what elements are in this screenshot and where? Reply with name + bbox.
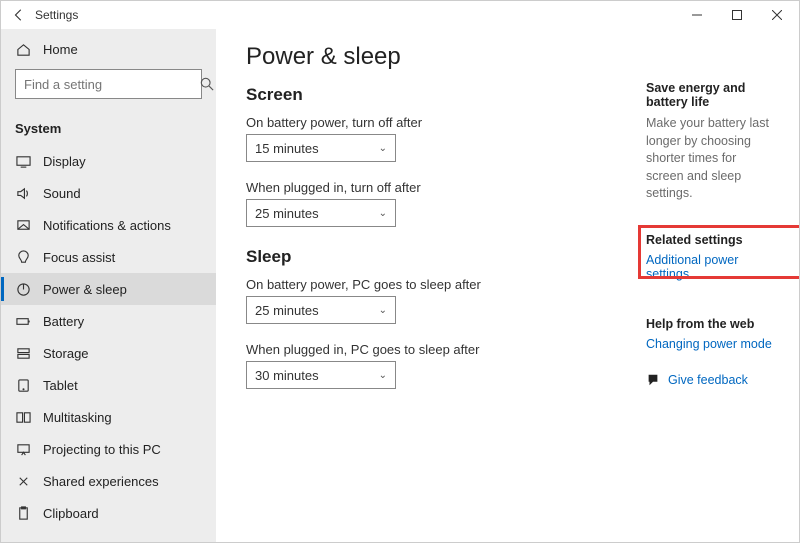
sidebar-item-label: Power & sleep [43,282,127,297]
battery-icon [15,313,31,329]
select-value: 25 minutes [255,206,319,221]
sidebar-item-label: Battery [43,314,84,329]
shared-icon [15,473,31,489]
sidebar-item-power-sleep[interactable]: Power & sleep [1,273,216,305]
aside-energy-body: Make your battery last longer by choosin… [646,115,777,203]
maximize-button[interactable] [717,1,757,29]
sleep-battery-select[interactable]: 25 minutes ⌄ [246,296,396,324]
sidebar-item-notifications[interactable]: Notifications & actions [1,209,216,241]
sidebar-item-label: Tablet [43,378,78,393]
sidebar-item-label: Storage [43,346,89,361]
notifications-icon [15,217,31,233]
feedback-label: Give feedback [668,373,748,387]
home-icon [15,41,31,57]
sidebar-item-label: Projecting to this PC [43,442,161,457]
aside-energy-heading: Save energy and battery life [646,81,777,109]
window-title: Settings [35,8,78,22]
sidebar-item-label: Clipboard [43,506,99,521]
select-value: 15 minutes [255,141,319,156]
sidebar-item-display[interactable]: Display [1,145,216,177]
changing-power-mode-link[interactable]: Changing power mode [646,337,777,351]
sidebar-item-tablet[interactable]: Tablet [1,369,216,401]
sidebar-home[interactable]: Home [1,33,216,65]
sound-icon [15,185,31,201]
sidebar-item-label: Notifications & actions [43,218,171,233]
sidebar-item-shared-experiences[interactable]: Shared experiences [1,465,216,497]
sleep-plugged-select[interactable]: 30 minutes ⌄ [246,361,396,389]
aside-help-heading: Help from the web [646,317,777,331]
chevron-down-icon: ⌄ [379,143,387,154]
multitasking-icon [15,409,31,425]
screen-battery-label: On battery power, turn off after [246,115,616,130]
sidebar-item-sound[interactable]: Sound [1,177,216,209]
chevron-down-icon: ⌄ [379,305,387,316]
screen-plugged-label: When plugged in, turn off after [246,180,616,195]
sidebar-item-label: Sound [43,186,81,201]
screen-heading: Screen [246,85,616,105]
display-icon [15,153,31,169]
sidebar-item-multitasking[interactable]: Multitasking [1,401,216,433]
sidebar-item-label: Focus assist [43,250,115,265]
select-value: 25 minutes [255,303,319,318]
minimize-button[interactable] [677,1,717,29]
search-field[interactable] [24,77,200,92]
focus-assist-icon [15,249,31,265]
sidebar-home-label: Home [43,42,78,57]
sleep-battery-label: On battery power, PC goes to sleep after [246,277,616,292]
additional-power-settings-link[interactable]: Additional power settings [646,253,777,281]
sidebar-item-clipboard[interactable]: Clipboard [1,497,216,529]
storage-icon [15,345,31,361]
tablet-icon [15,377,31,393]
sidebar-item-focus-assist[interactable]: Focus assist [1,241,216,273]
sleep-plugged-label: When plugged in, PC goes to sleep after [246,342,616,357]
titlebar: Settings [1,1,799,29]
power-icon [15,281,31,297]
sidebar-item-projecting[interactable]: Projecting to this PC [1,433,216,465]
chevron-down-icon: ⌄ [379,208,387,219]
clipboard-icon [15,505,31,521]
search-icon [200,77,214,91]
sleep-heading: Sleep [246,247,616,267]
chevron-down-icon: ⌄ [379,370,387,381]
main-content: Power & sleep Screen On battery power, t… [216,29,799,542]
aside-related-heading: Related settings [646,233,777,247]
close-button[interactable] [757,1,797,29]
screen-plugged-select[interactable]: 25 minutes ⌄ [246,199,396,227]
sidebar-item-label: Shared experiences [43,474,159,489]
sidebar-item-label: Display [43,154,86,169]
sidebar-item-label: Multitasking [43,410,112,425]
search-input[interactable] [15,69,202,99]
screen-battery-select[interactable]: 15 minutes ⌄ [246,134,396,162]
page-title: Power & sleep [246,43,616,71]
sidebar-item-battery[interactable]: Battery [1,305,216,337]
sidebar-item-storage[interactable]: Storage [1,337,216,369]
sidebar: Home System Display Sound Notifications … [1,29,216,542]
feedback-icon [646,373,660,387]
projecting-icon [15,441,31,457]
back-button[interactable] [9,5,29,25]
select-value: 30 minutes [255,368,319,383]
sidebar-section-label: System [15,121,61,136]
give-feedback-link[interactable]: Give feedback [646,373,777,387]
sidebar-section-header: System [1,115,216,141]
